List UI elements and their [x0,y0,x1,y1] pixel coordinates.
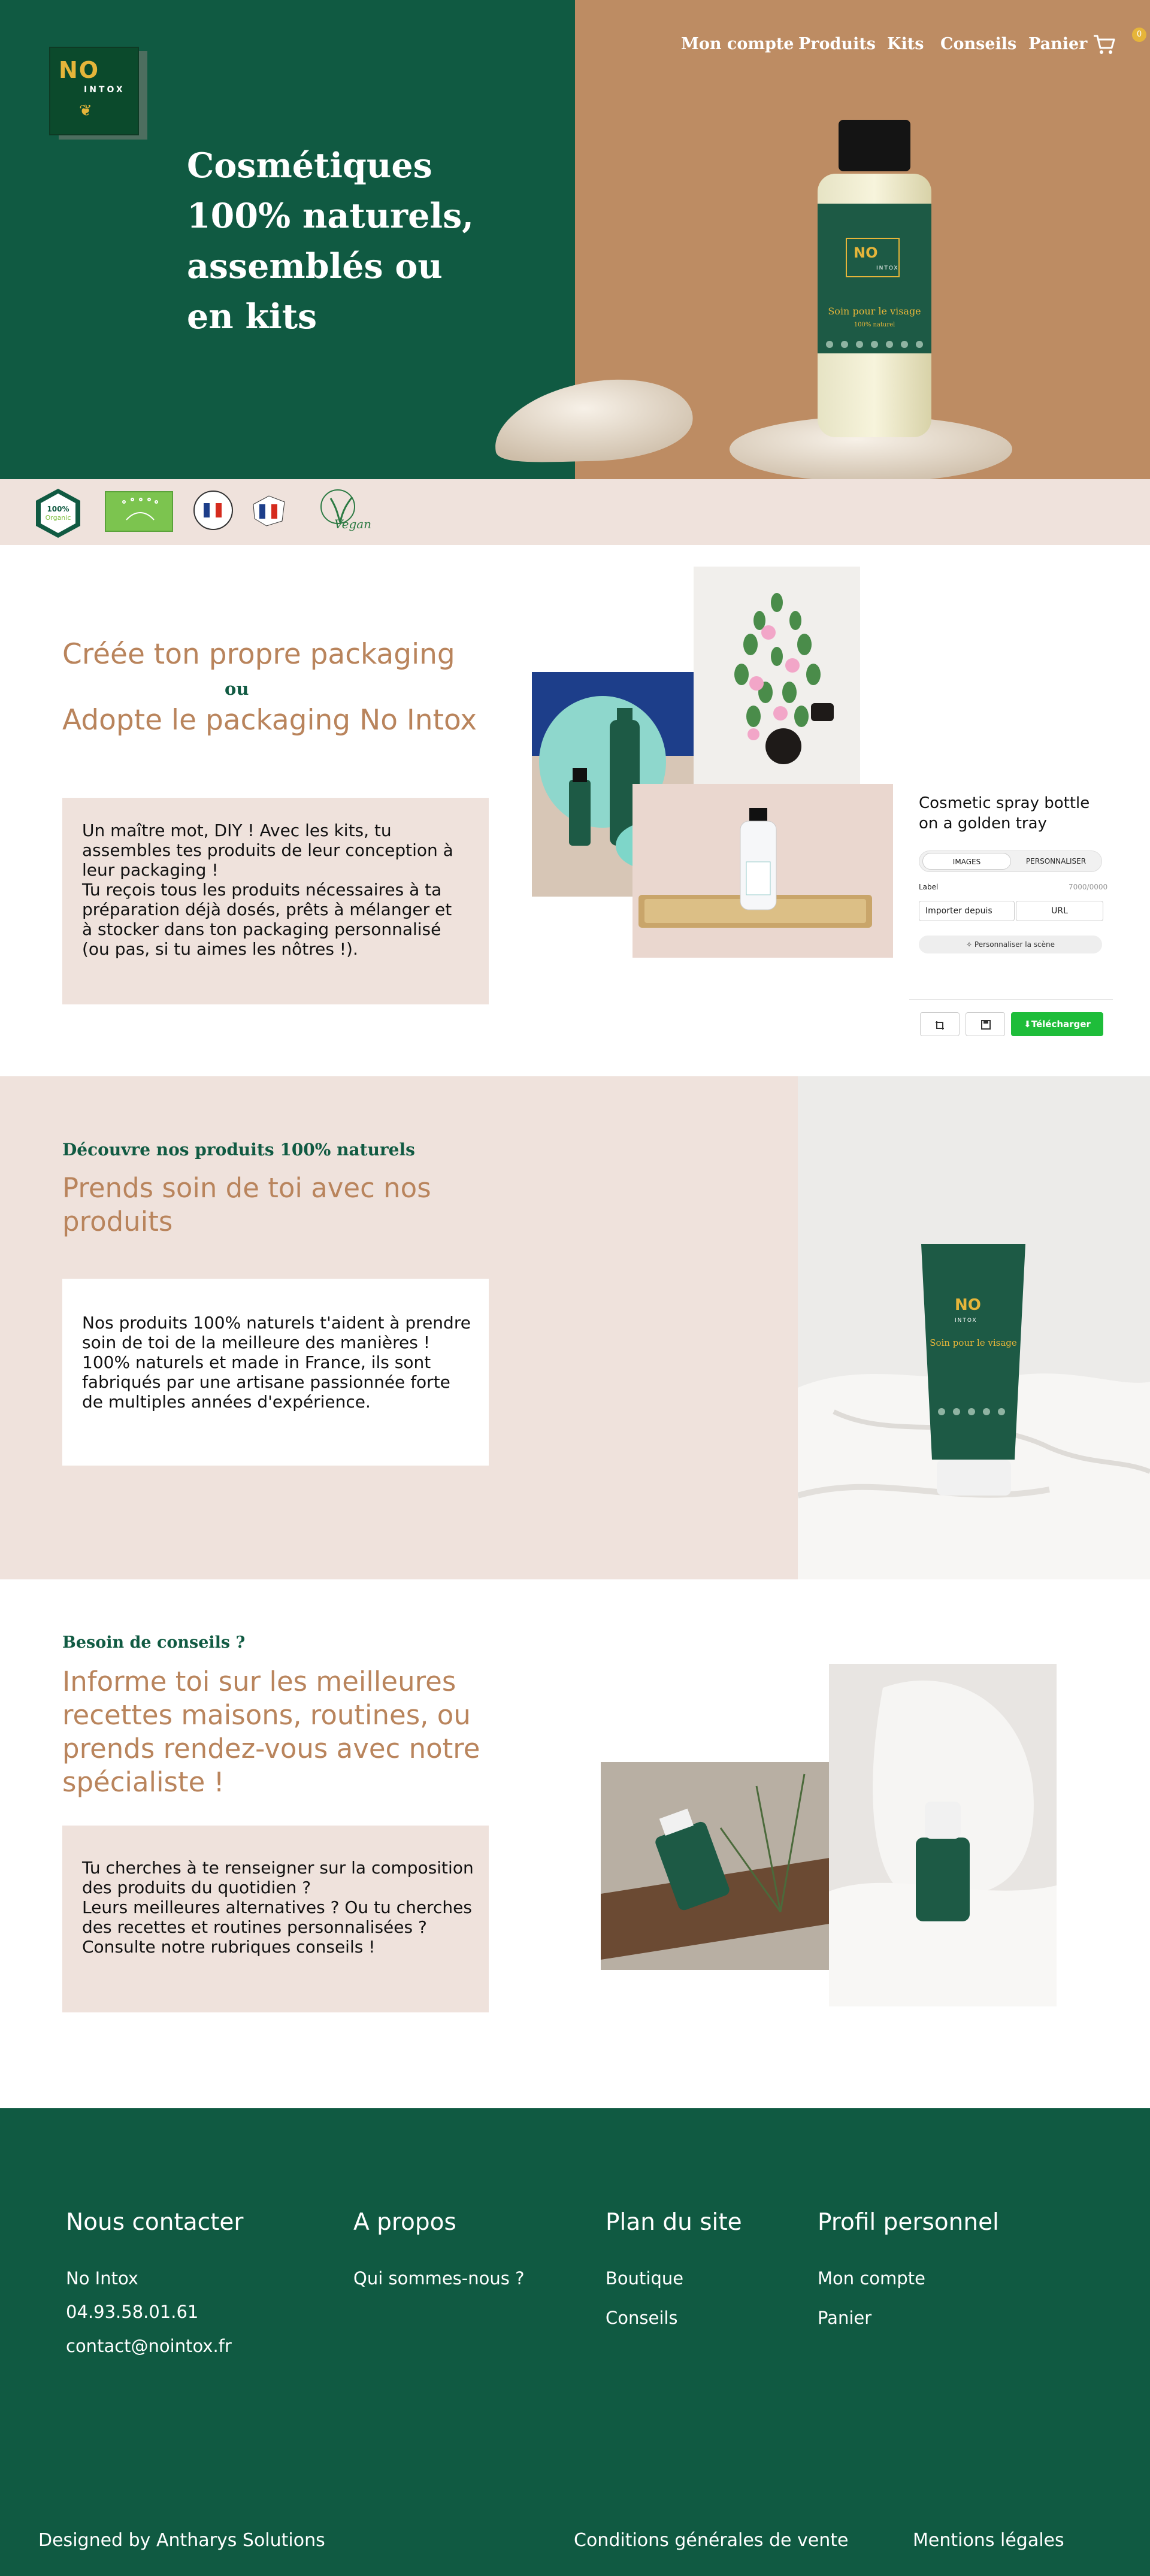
import-source-select[interactable]: Importer depuis [919,901,1015,921]
hero-title-line: Cosmétiques [187,146,432,186]
footer-phone-link[interactable]: 04.93.58.01.61 [66,2302,198,2322]
advice-kicker: Besoin de conseils ? [62,1633,246,1652]
diy-title: Créée ton propre packaging [62,638,455,671]
svg-text:Soin pour le visage: Soin pour le visage [828,305,921,317]
footer-cart-link[interactable]: Panier [818,2308,871,2328]
footer-credit[interactable]: Designed by Antharys Solutions [38,2530,325,2551]
editor-divider [909,999,1113,1000]
footer-profile-heading: Profil personnel [818,2209,999,2236]
fabrique-en-france-icon [193,491,233,530]
footer-conseils-link[interactable]: Conseils [606,2308,678,2328]
nav-produits[interactable]: Produits [798,35,876,53]
diy-ou: ou [225,679,249,699]
footer-cgv-link[interactable]: Conditions générales de vente [574,2530,848,2551]
diy-subtitle: Adopte le packaging No Intox [62,704,477,737]
label-field-count: 7000/0000 [1069,883,1108,891]
vegan-badge-icon: Vegan [320,489,371,531]
products-kicker: Découvre nos produits 100% naturels [62,1140,415,1160]
nav-mon-compte[interactable]: Mon compte [681,35,794,53]
advice-text: Tu cherches à te renseigner sur la compo… [82,1858,474,1957]
advice-title: Informe toi sur les meilleures recettes … [62,1666,480,1798]
flowers-photo [694,567,860,798]
save-button[interactable] [966,1012,1005,1036]
customize-scene-button[interactable]: ✧ Personnaliser la scène [919,936,1102,953]
logo-no-text: NO [59,57,100,83]
nav-panier[interactable]: Panier [1028,35,1087,53]
footer-account-link[interactable]: Mon compte [818,2268,925,2289]
footer-email-link[interactable]: contact@nointox.fr [66,2336,232,2356]
sparkle-icon: ✧ [966,940,975,949]
hero-title-line: assemblés ou [187,246,443,286]
products-text: Nos produits 100% naturels t'aident à pr… [82,1313,471,1412]
svg-text:INTOX: INTOX [955,1318,978,1324]
footer-sitemap-heading: Plan du site [606,2209,742,2236]
france-map-icon [253,495,285,526]
diy-text: Un maître mot, DIY ! Avec les kits, tu a… [82,821,453,959]
footer-boutique-link[interactable]: Boutique [606,2268,683,2289]
svg-text:INTOX: INTOX [876,265,899,271]
svg-text:Organic: Organic [46,514,71,522]
editor-image-title: Cosmetic spray bottle on a golden tray [919,794,1090,833]
hero-title-line: 100% naturels, [187,196,474,236]
download-label: Télécharger [1031,1019,1091,1030]
tab-personnaliser[interactable]: PERSONNALISER [1012,853,1100,870]
label-field-label: Label [919,883,939,891]
bottle-on-chair-photo [829,1664,1057,2006]
products-title: Prends soin de toi avec nos produits [62,1172,431,1237]
svg-text:Vegan: Vegan [334,517,371,531]
hero-title: Cosmétiques 100% naturels, assemblés ou … [187,141,522,342]
lotus-icon: ❦ [79,102,92,120]
crop-icon [936,1021,944,1030]
cart-badge: 0 [1132,28,1146,42]
nav-conseils[interactable]: Conseils [940,35,1016,53]
logo-intox-text: INTOX [84,85,125,95]
url-input[interactable]: URL [1016,901,1103,921]
crop-button[interactable] [920,1012,960,1036]
svg-text:100% naturel: 100% naturel [854,322,895,328]
spray-bottle-tray-photo [632,784,893,958]
svg-text:Soin pour le visage: Soin pour le visage [930,1337,1017,1348]
footer-about-heading: A propos [353,2209,456,2236]
svg-text:100%: 100% [47,505,69,513]
serum-bottle-image: NO INTOX Soin pour le visage 100% nature… [818,120,931,437]
tube-on-fabric-photo: NO INTOX Soin pour le visage [798,1076,1150,1579]
tab-images[interactable]: IMAGES [922,853,1011,870]
svg-text:NO: NO [854,244,878,261]
hero-title-line: en kits [187,296,317,337]
eu-organic-leaf-icon [105,491,173,532]
save-icon [981,1020,991,1030]
footer-legal-link[interactable]: Mentions légales [913,2530,1064,2551]
cart-icon[interactable] [1092,32,1116,56]
download-button[interactable]: ⬇Télécharger [1011,1012,1103,1036]
footer-contact-heading: Nous contacter [66,2209,244,2236]
download-icon: ⬇ [1024,1019,1031,1030]
customize-scene-label: Personnaliser la scène [974,940,1055,949]
nav-kits[interactable]: Kits [887,35,924,53]
footer-about-link[interactable]: Qui sommes-nous ? [353,2268,524,2289]
svg-text:NO: NO [955,1296,981,1314]
bottle-on-sand-photo [601,1762,830,1970]
stone-left-image [495,379,693,462]
footer-company-name: No Intox [66,2268,138,2289]
organic-badge-icon: 100% Organic [36,489,80,538]
